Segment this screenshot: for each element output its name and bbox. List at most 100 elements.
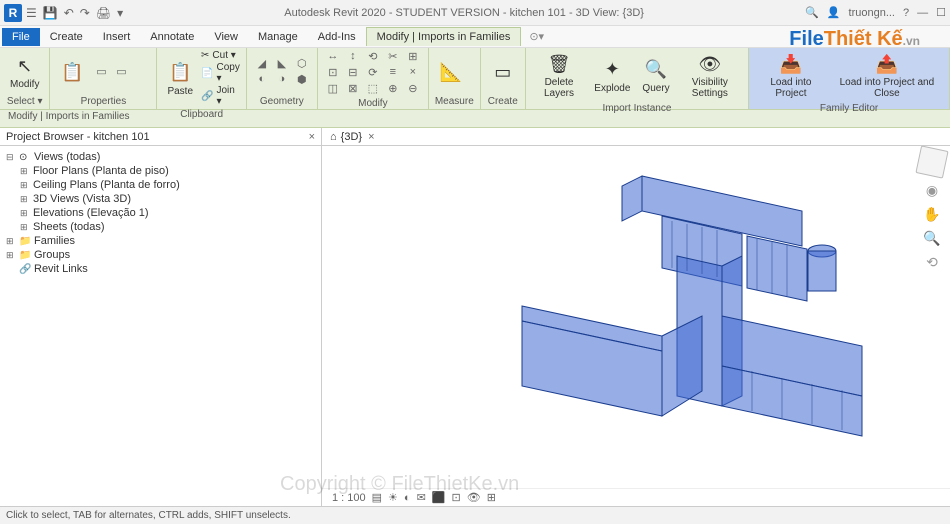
tab-create[interactable]: Create	[40, 28, 93, 46]
visibility-button[interactable]: 👁Visibility Settings	[678, 50, 742, 101]
nav-wheel-icon[interactable]: ◉	[923, 182, 941, 200]
quick-access-toolbar[interactable]: ☰ 💾 ↶ ↷ 🖨 ▾	[26, 6, 123, 20]
tree-revit-links[interactable]: Revit Links	[34, 263, 88, 275]
geom-tool-icon[interactable]: ◐	[253, 73, 271, 87]
tree-families[interactable]: Families	[34, 235, 75, 247]
tab-annotate[interactable]: Annotate	[140, 28, 204, 46]
search-icon[interactable]: 🔍	[805, 6, 819, 19]
hide-icon[interactable]: 👁	[467, 491, 481, 504]
modify-tool-icon[interactable]: ◫	[324, 82, 342, 96]
tree-item[interactable]: Sheets (todas)	[33, 221, 105, 233]
scale-label[interactable]: 1 : 100	[332, 492, 366, 504]
detail-icon[interactable]: ☀	[388, 491, 398, 504]
user-name[interactable]: truongn...	[849, 7, 895, 19]
expand-icon[interactable]: ⊞	[20, 222, 30, 233]
shadow-icon[interactable]: ◐	[404, 492, 411, 504]
graphic-icon[interactable]: ▤	[372, 491, 382, 504]
modify-tool-icon[interactable]: ⊖	[404, 82, 422, 96]
reveal-icon[interactable]: ⊞	[487, 491, 496, 504]
orbit-icon[interactable]: ⟲	[923, 254, 941, 272]
tree-groups[interactable]: Groups	[34, 249, 70, 261]
cut-button[interactable]: ✂ Cut ▾	[201, 50, 240, 61]
tab-insert[interactable]: Insert	[93, 28, 141, 46]
expand-icon[interactable]: ⊞	[6, 236, 16, 247]
maximize-icon[interactable]: ☐	[936, 6, 946, 19]
panel-label[interactable]: Select ▾	[6, 94, 43, 107]
minimize-icon[interactable]: —	[917, 7, 928, 19]
path-icon[interactable]: ✉	[417, 491, 426, 504]
browser-tree[interactable]: ⊟⊙Views (todas) ⊞Floor Plans (Planta de …	[0, 146, 321, 506]
modify-button[interactable]: ↖ Modify	[6, 52, 43, 92]
print-icon[interactable]: 🖨	[96, 6, 111, 20]
load-project-button[interactable]: 📥Load into Project	[755, 50, 827, 101]
modify-tool-icon[interactable]: ×	[404, 66, 422, 80]
view-tab-3d[interactable]: ⌂ {3D} ×	[322, 131, 383, 143]
tab-addins[interactable]: Add-Ins	[308, 28, 366, 46]
crop-icon[interactable]: ⊡	[452, 491, 461, 504]
tree-item[interactable]: 3D Views (Vista 3D)	[33, 193, 131, 205]
panel-label: Clipboard	[163, 107, 239, 120]
query-button[interactable]: 🔍Query	[638, 56, 673, 96]
tree-item[interactable]: Floor Plans (Planta de piso)	[33, 165, 169, 177]
save-icon[interactable]: 💾	[43, 6, 58, 20]
tab-modify-imports[interactable]: Modify | Imports in Families	[366, 27, 522, 46]
tab-overflow-icon[interactable]: ⊙▾	[529, 30, 544, 43]
help-icon[interactable]: ?	[903, 7, 909, 19]
expand-icon[interactable]: ⊞	[20, 166, 30, 177]
expand-icon[interactable]: ⊞	[6, 250, 16, 261]
tree-root[interactable]: Views (todas)	[34, 151, 100, 163]
prop-icon[interactable]: ▭	[112, 65, 130, 79]
geom-tool-icon[interactable]: ◣	[273, 57, 291, 71]
view-cube[interactable]	[915, 145, 948, 178]
tab-file[interactable]: File	[2, 28, 40, 46]
paste-button[interactable]: 📋 Paste	[163, 59, 197, 99]
pan-icon[interactable]: ✋	[923, 206, 941, 224]
expand-icon[interactable]: ⊞	[20, 208, 30, 219]
geom-tool-icon[interactable]: ⬢	[293, 73, 311, 87]
delete-layers-button[interactable]: 🗑Delete Layers	[532, 50, 587, 101]
tree-item[interactable]: Elevations (Elevação 1)	[33, 207, 149, 219]
tab-manage[interactable]: Manage	[248, 28, 308, 46]
explode-button[interactable]: ✦Explode	[590, 56, 634, 96]
geom-tool-icon[interactable]: ◢	[253, 57, 271, 71]
modify-tool-icon[interactable]: ⊠	[344, 82, 362, 96]
model-kitchen[interactable]	[462, 156, 882, 456]
expand-icon[interactable]: ⊞	[20, 194, 30, 205]
copy-button[interactable]: 📄 Copy ▾	[201, 62, 240, 84]
prop-icon[interactable]: ▭	[92, 65, 110, 79]
properties-button[interactable]: 📋	[56, 58, 88, 86]
modify-tool-icon[interactable]: ↕	[344, 50, 362, 64]
collapse-icon[interactable]: ⊟	[6, 152, 16, 163]
close-tab-icon[interactable]: ×	[368, 131, 374, 143]
modify-tool-icon[interactable]: ⊡	[324, 66, 342, 80]
user-icon[interactable]: 👤	[827, 6, 841, 19]
join-button[interactable]: 🔗 Join ▾	[201, 85, 240, 107]
open-icon[interactable]: ☰	[26, 6, 37, 20]
load-close-button[interactable]: 📤Load into Project and Close	[831, 50, 943, 101]
close-icon[interactable]: ×	[309, 131, 315, 143]
modify-tool-icon[interactable]: ≡	[384, 66, 402, 80]
modify-tool-icon[interactable]: ↔	[324, 50, 342, 64]
panel-geometry: ◢◣⬡ ◐◑⬢ Geometry	[247, 48, 318, 109]
modify-tool-icon[interactable]: ⊕	[384, 82, 402, 96]
panel-label: Geometry	[253, 94, 311, 107]
geom-tool-icon[interactable]: ⬡	[293, 57, 311, 71]
create-button[interactable]: ▭	[487, 58, 519, 86]
modify-tool-icon[interactable]: ⟳	[364, 66, 382, 80]
status-text: Click to select, TAB for alternates, CTR…	[6, 510, 291, 521]
modify-tool-icon[interactable]: ⊞	[404, 50, 422, 64]
tab-view[interactable]: View	[204, 28, 248, 46]
geom-tool-icon[interactable]: ◑	[273, 73, 291, 87]
viewport-3d[interactable]: ◉ ✋ 🔍 ⟲	[322, 146, 950, 488]
zoom-icon[interactable]: 🔍	[923, 230, 941, 248]
modify-tool-icon[interactable]: ⬚	[364, 82, 382, 96]
modify-tool-icon[interactable]: ✂	[384, 50, 402, 64]
measure-button[interactable]: 📐	[435, 58, 467, 86]
expand-icon[interactable]: ⊞	[20, 180, 30, 191]
redo-icon[interactable]: ↷	[80, 6, 90, 20]
render-icon[interactable]: ⬛	[432, 491, 446, 504]
modify-tool-icon[interactable]: ⊟	[344, 66, 362, 80]
modify-tool-icon[interactable]: ⟲	[364, 50, 382, 64]
tree-item[interactable]: Ceiling Plans (Planta de forro)	[33, 179, 180, 191]
undo-icon[interactable]: ↶	[64, 6, 74, 20]
